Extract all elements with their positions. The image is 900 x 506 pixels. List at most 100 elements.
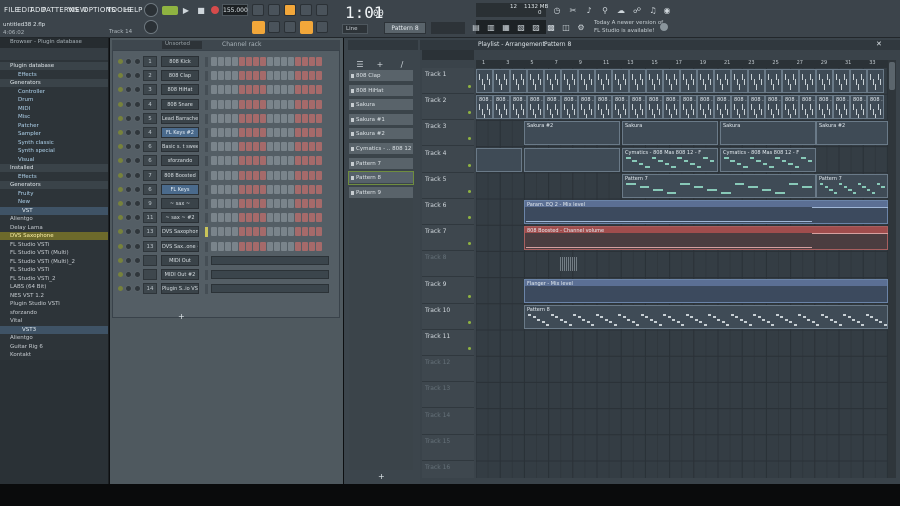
track-enable-led[interactable] xyxy=(468,111,471,115)
step-button[interactable] xyxy=(260,113,266,123)
step-button[interactable] xyxy=(260,85,266,95)
step-button[interactable] xyxy=(211,113,217,123)
channel-row[interactable]: 5 Lead Barraches xyxy=(113,112,341,126)
channel-select-indicator[interactable] xyxy=(205,170,208,181)
channel-name-button[interactable]: 808 Kick xyxy=(161,56,199,67)
channel-mixer-track[interactable]: 2 xyxy=(143,70,157,82)
playlist-clip[interactable]: 808 .. Hat xyxy=(629,95,646,120)
playlist-clip[interactable] xyxy=(731,69,748,93)
step-button[interactable] xyxy=(267,128,273,137)
step-button[interactable] xyxy=(211,128,217,137)
step-button[interactable] xyxy=(316,142,322,152)
track-header[interactable]: Track 11 xyxy=(422,330,474,356)
step-button[interactable] xyxy=(309,142,315,152)
channel-pan-knob[interactable] xyxy=(125,86,132,94)
track-header[interactable]: Track 9 xyxy=(422,278,474,304)
browser-item[interactable]: Effects xyxy=(0,71,108,79)
track-enable-led[interactable] xyxy=(468,347,471,350)
track-enable-led[interactable] xyxy=(468,189,471,193)
step-button[interactable] xyxy=(316,128,322,137)
step-button[interactable] xyxy=(309,184,315,194)
track-header[interactable]: Track 2 xyxy=(422,94,474,121)
step-button[interactable] xyxy=(232,113,238,123)
channel-mute-led[interactable] xyxy=(118,229,123,235)
step-button[interactable] xyxy=(246,71,252,81)
step-button[interactable] xyxy=(246,156,252,166)
browser-item[interactable]: VST3 xyxy=(0,325,108,334)
playlist-clip[interactable] xyxy=(816,69,833,93)
playlist-clip[interactable]: 808 .. Hat xyxy=(578,95,595,120)
step-button[interactable] xyxy=(274,156,280,166)
track-header[interactable]: Track 4 xyxy=(422,147,474,173)
step-button[interactable] xyxy=(302,227,308,237)
step-button[interactable] xyxy=(288,57,294,66)
step-button[interactable] xyxy=(253,57,259,66)
close-icon[interactable]: ✕ xyxy=(876,40,882,48)
step-button[interactable] xyxy=(309,199,315,208)
step-sequencer[interactable] xyxy=(211,227,322,237)
channel-volume-knob[interactable] xyxy=(134,58,141,65)
channel-volume-knob[interactable] xyxy=(134,157,141,165)
step-button[interactable] xyxy=(239,113,245,123)
channel-mute-led[interactable] xyxy=(118,158,123,164)
channel-pan-knob[interactable] xyxy=(125,242,132,250)
browser-item[interactable]: Generators xyxy=(0,181,108,189)
step-button[interactable] xyxy=(232,85,238,95)
step-sequencer[interactable] xyxy=(211,241,322,252)
piano-roll-preview[interactable] xyxy=(211,284,329,294)
step-button[interactable] xyxy=(218,71,224,81)
pattern-item[interactable]: Cymatics - .. 808 12 - F xyxy=(349,143,413,155)
audio-clip-waveform[interactable] xyxy=(560,257,578,272)
step-sequencer[interactable] xyxy=(211,270,329,280)
browser-item[interactable]: Visual xyxy=(0,156,108,164)
track-enable-led[interactable] xyxy=(468,163,471,167)
step-button[interactable] xyxy=(253,241,259,251)
playlist-clip[interactable]: Sakura #2 xyxy=(524,121,620,146)
step-button[interactable] xyxy=(316,227,322,237)
playlist-clip[interactable] xyxy=(524,147,620,172)
step-button[interactable] xyxy=(232,142,238,152)
step-button[interactable] xyxy=(309,227,315,237)
channel-select-indicator[interactable] xyxy=(205,255,208,266)
channel-mixer-track[interactable]: 7 xyxy=(143,169,157,181)
step-button[interactable] xyxy=(218,199,224,208)
step-button[interactable] xyxy=(274,184,280,194)
channel-mixer-track[interactable]: 13 xyxy=(143,226,157,238)
pin-icon[interactable]: ⚲ xyxy=(599,4,611,16)
pattern-picker-icon[interactable]: ☰ xyxy=(354,58,366,70)
playlist-clip[interactable]: 808 .. Hat xyxy=(833,95,850,120)
record-icon[interactable] xyxy=(211,6,219,14)
step-button[interactable] xyxy=(239,170,245,180)
track-header[interactable]: Track 3 xyxy=(422,120,474,147)
help-bubble-icon[interactable]: ◉ xyxy=(661,4,673,16)
channel-mixer-track[interactable]: 11 xyxy=(143,212,157,224)
step-button[interactable] xyxy=(274,128,280,137)
browser-item[interactable]: Patcher xyxy=(0,122,108,130)
playlist-clip[interactable] xyxy=(476,69,493,93)
headphones-icon[interactable]: ♫ xyxy=(647,4,659,16)
channel-volume-knob[interactable] xyxy=(134,86,141,94)
channel-select-indicator[interactable] xyxy=(205,99,208,110)
pattern-item[interactable]: Pattern 8 xyxy=(348,171,414,186)
channel-mixer-track[interactable]: 4 xyxy=(143,98,157,110)
channel-pan-knob[interactable] xyxy=(125,157,132,165)
playlist-icon[interactable]: ▤ xyxy=(470,21,482,33)
playlist-clip[interactable]: 808 .. Hat xyxy=(544,95,561,120)
step-button[interactable] xyxy=(232,128,238,137)
step-button[interactable] xyxy=(260,142,266,152)
step-button[interactable] xyxy=(295,184,301,194)
track-enable-led[interactable] xyxy=(468,294,471,298)
pattern-item[interactable]: 808 HiHat xyxy=(349,84,413,97)
browser-item[interactable]: Generators xyxy=(0,79,108,87)
step-button[interactable] xyxy=(218,241,224,251)
step-button[interactable] xyxy=(239,99,245,109)
step-button[interactable] xyxy=(274,99,280,109)
step-button[interactable] xyxy=(288,199,294,208)
step-button[interactable] xyxy=(316,71,322,81)
step-button[interactable] xyxy=(309,170,315,180)
channel-volume-knob[interactable] xyxy=(134,171,141,179)
step-button[interactable] xyxy=(316,213,322,223)
step-button[interactable] xyxy=(288,99,294,109)
channel-select-indicator[interactable] xyxy=(205,199,208,209)
channel-mute-led[interactable] xyxy=(118,59,123,64)
